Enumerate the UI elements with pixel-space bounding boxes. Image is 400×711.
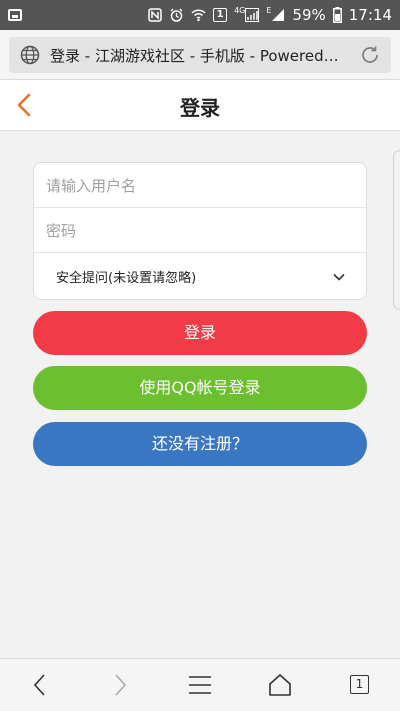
tabs-count-button[interactable]: 1 [350, 675, 369, 694]
clock: 17:14 [348, 6, 392, 24]
security-question-select[interactable]: 安全提问(未设置请忽略) [34, 254, 366, 299]
battery-icon [332, 7, 342, 23]
username-field[interactable]: 请输入用户名 [34, 163, 366, 208]
page-title: 登录 [180, 96, 220, 120]
page-header: 登录 [0, 80, 400, 131]
browser-toolbar: 登录 - 江湖游戏社区 - 手机版 - Powered by… [0, 30, 400, 80]
nfc-icon [148, 8, 162, 22]
qq-login-button[interactable]: 使用QQ帐号登录 [33, 366, 367, 410]
signal-e-icon: E [266, 5, 285, 22]
menu-icon[interactable] [187, 672, 213, 698]
status-icons: 1 4G E 59% 17:14 [148, 6, 392, 24]
url-text[interactable]: 登录 - 江湖游戏社区 - 手机版 - Powered by… [50, 45, 342, 66]
network-label: 4G [234, 5, 246, 15]
wifi-icon [191, 8, 206, 22]
login-form: 请输入用户名 密码 安全提问(未设置请忽略) [33, 162, 367, 300]
signal-4g-icon: 4G [234, 5, 260, 22]
browser-bottom-nav: 1 [0, 658, 400, 711]
password-field[interactable]: 密码 [34, 208, 366, 253]
battery-percent: 59% [292, 6, 326, 24]
globe-icon [19, 44, 41, 66]
alarm-icon [169, 8, 184, 23]
password-placeholder: 密码 [46, 221, 77, 240]
username-placeholder: 请输入用户名 [46, 176, 137, 195]
gallery-notification-icon [8, 9, 22, 21]
chevron-down-icon [332, 269, 346, 283]
reload-icon[interactable] [359, 44, 381, 66]
home-icon[interactable] [267, 672, 293, 698]
network-label-2: E [266, 5, 272, 15]
login-button[interactable]: 登录 [33, 311, 367, 355]
security-question-label: 安全提问(未设置请忽略) [56, 271, 197, 286]
status-bar: 1 4G E 59% 17:14 [0, 0, 400, 30]
register-button[interactable]: 还没有注册？ [33, 422, 367, 466]
forward-nav-icon[interactable] [107, 672, 133, 698]
sim-badge: 1 [213, 8, 228, 22]
address-bar[interactable]: 登录 - 江湖游戏社区 - 手机版 - Powered by… [9, 37, 391, 73]
side-panel-edge [393, 150, 400, 310]
back-nav-icon[interactable] [27, 672, 53, 698]
